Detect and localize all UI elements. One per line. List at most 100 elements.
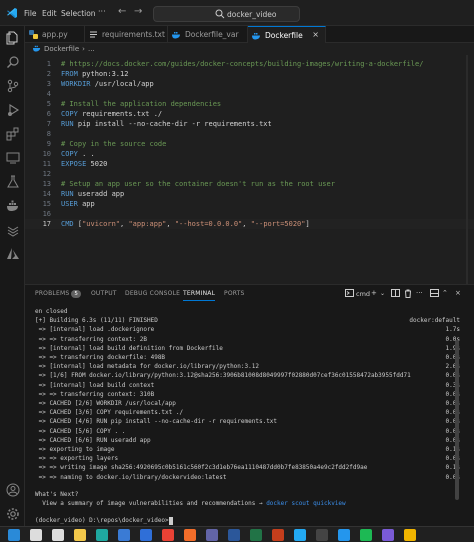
- task-view-icon[interactable]: [52, 529, 64, 541]
- explorer-icon[interactable]: [5, 30, 20, 45]
- tab-label: Dockerfile: [265, 30, 303, 40]
- docker-icon[interactable]: [338, 529, 350, 541]
- line-number: 8: [46, 130, 51, 138]
- tab-app-py[interactable]: app.py: [25, 26, 85, 43]
- settings-gear-icon[interactable]: [5, 506, 20, 521]
- mail-icon[interactable]: [140, 529, 152, 541]
- windows-start-icon[interactable]: [8, 529, 20, 541]
- vscode-icon[interactable]: [294, 529, 306, 541]
- remote-explorer-icon[interactable]: [5, 150, 20, 165]
- code-text: WORKDIR /usr/local/app: [61, 80, 154, 88]
- tab-requirements-txt[interactable]: requirements.txt: [85, 26, 168, 43]
- terminal-prompt[interactable]: (docker_video) D:\repos\docker_video>: [35, 516, 173, 525]
- spotify-icon[interactable]: [360, 529, 372, 541]
- excel-icon[interactable]: [250, 529, 262, 541]
- terminal-shell-label[interactable]: cmd: [356, 290, 370, 298]
- layers-icon[interactable]: [5, 222, 20, 237]
- code-text: # Copy in the source code: [61, 140, 167, 148]
- more-menu-icon[interactable]: ···: [98, 7, 106, 16]
- search-icon[interactable]: [30, 529, 42, 541]
- run-debug-icon[interactable]: [5, 102, 20, 117]
- tab-ports[interactable]: PORTS: [224, 290, 245, 297]
- code-line[interactable]: 15 USER app: [25, 199, 474, 209]
- code-line[interactable]: 3 WORKDIR /usr/local/app: [25, 79, 474, 89]
- menu-selection[interactable]: Selection: [61, 9, 96, 18]
- forward-arrow-icon[interactable]: →: [134, 6, 142, 17]
- account-icon[interactable]: [5, 482, 20, 497]
- store-icon[interactable]: [118, 529, 130, 541]
- back-arrow-icon[interactable]: ←: [118, 6, 126, 17]
- line-number: 11: [42, 160, 51, 168]
- trash-icon[interactable]: [404, 289, 412, 300]
- terminal-line: => [internal] load build definition from…: [35, 344, 223, 352]
- source-control-icon[interactable]: [5, 78, 20, 93]
- editor-scrollbar[interactable]: [466, 55, 472, 284]
- command-center-search[interactable]: docker_video: [153, 6, 300, 22]
- close-icon[interactable]: ×: [312, 30, 319, 39]
- terminal-line: => => exporting layers: [35, 455, 119, 463]
- chevron-down-icon[interactable]: ⌄: [380, 290, 385, 297]
- code-line[interactable]: 4: [25, 89, 474, 99]
- word-icon[interactable]: [228, 529, 240, 541]
- tab-problems[interactable]: PROBLEMS 5: [35, 290, 82, 298]
- code-line[interactable]: 11 EXPOSE 5020: [25, 159, 474, 169]
- testing-flask-icon[interactable]: [5, 174, 20, 189]
- chevron-right-icon: ›: [82, 45, 85, 53]
- tab-output[interactable]: OUTPUT: [91, 290, 117, 297]
- extensions-icon[interactable]: [5, 126, 20, 141]
- explorer-icon[interactable]: [74, 529, 86, 541]
- menu-edit[interactable]: Edit: [42, 9, 57, 18]
- more-actions-icon[interactable]: ···: [416, 289, 423, 297]
- powerpoint-icon[interactable]: [272, 529, 284, 541]
- azure-icon[interactable]: [5, 246, 20, 261]
- terminal-scrollbar[interactable]: [455, 340, 459, 500]
- firefox-icon[interactable]: [184, 529, 196, 541]
- terminal-output[interactable]: en closed [+] Building 6.3s (11/11) FINIS…: [25, 307, 474, 527]
- terminal-line: => CACHED [4/6] RUN pip install --no-cac…: [35, 418, 278, 426]
- code-line[interactable]: 10 COPY . .: [25, 149, 474, 159]
- code-line[interactable]: 17 CMD ["uvicorn", "app:app", "--host=0.0…: [25, 219, 474, 229]
- code-line[interactable]: 6 COPY requirements.txt ./: [25, 109, 474, 119]
- tab-dockerfile[interactable]: Dockerfile ×: [248, 26, 326, 43]
- title-bar: File Edit Selection ··· ← → docker_video: [0, 0, 474, 26]
- code-line[interactable]: 9 # Copy in the source code: [25, 139, 474, 149]
- code-text: FROM python:3.12: [61, 70, 129, 78]
- code-line[interactable]: 12: [25, 169, 474, 179]
- code-text: # Install the application dependencies: [61, 100, 222, 108]
- code-line[interactable]: 16: [25, 209, 474, 219]
- close-panel-icon[interactable]: ×: [455, 289, 461, 297]
- terminal-line: => [internal] load .dockerignore: [35, 326, 155, 334]
- notes-icon[interactable]: [404, 529, 416, 541]
- search-icon[interactable]: [5, 54, 20, 69]
- terminal-line: en closed: [35, 308, 68, 315]
- terminal-shell-icon[interactable]: [345, 289, 354, 299]
- terminal-icon[interactable]: [316, 529, 328, 541]
- tab-debug-console[interactable]: DEBUG CONSOLE: [125, 290, 180, 297]
- maximize-panel-icon[interactable]: ⌃: [442, 289, 448, 297]
- tab-terminal[interactable]: TERMINAL: [183, 290, 216, 301]
- tab-dockerfile-var[interactable]: Dockerfile_var: [168, 26, 248, 43]
- split-terminal-icon[interactable]: [391, 289, 400, 299]
- new-terminal-icon[interactable]: +: [371, 289, 377, 297]
- panel-layout-icon[interactable]: [430, 289, 439, 299]
- line-number: 14: [42, 190, 51, 198]
- teams-icon[interactable]: [206, 529, 218, 541]
- docker-icon[interactable]: [5, 198, 20, 213]
- edge-icon[interactable]: [96, 529, 108, 541]
- code-editor[interactable]: 1 # https://docs.docker.com/guides/docker…: [25, 55, 474, 284]
- code-line[interactable]: 7 RUN pip install --no-cache-dir -r requi…: [25, 119, 474, 129]
- chrome-icon[interactable]: [162, 529, 174, 541]
- code-line[interactable]: 2 FROM python:3.12: [25, 69, 474, 79]
- breadcrumb-symbol[interactable]: ...: [88, 45, 95, 53]
- code-line[interactable]: 13 # Setup an app user so the container d…: [25, 179, 474, 189]
- code-line[interactable]: 1 # https://docs.docker.com/guides/docker…: [25, 59, 474, 69]
- problems-count-badge: 5: [71, 290, 82, 298]
- photos-icon[interactable]: [382, 529, 394, 541]
- code-line[interactable]: 5 # Install the application dependencies: [25, 99, 474, 109]
- code-line[interactable]: 8: [25, 129, 474, 139]
- code-line[interactable]: 14 RUN useradd app: [25, 189, 474, 199]
- menu-file[interactable]: File: [24, 9, 37, 18]
- breadcrumb-file[interactable]: Dockerfile: [44, 45, 79, 53]
- line-number: 17: [42, 220, 51, 228]
- docker-scout-command[interactable]: docker scout quickview: [266, 500, 345, 507]
